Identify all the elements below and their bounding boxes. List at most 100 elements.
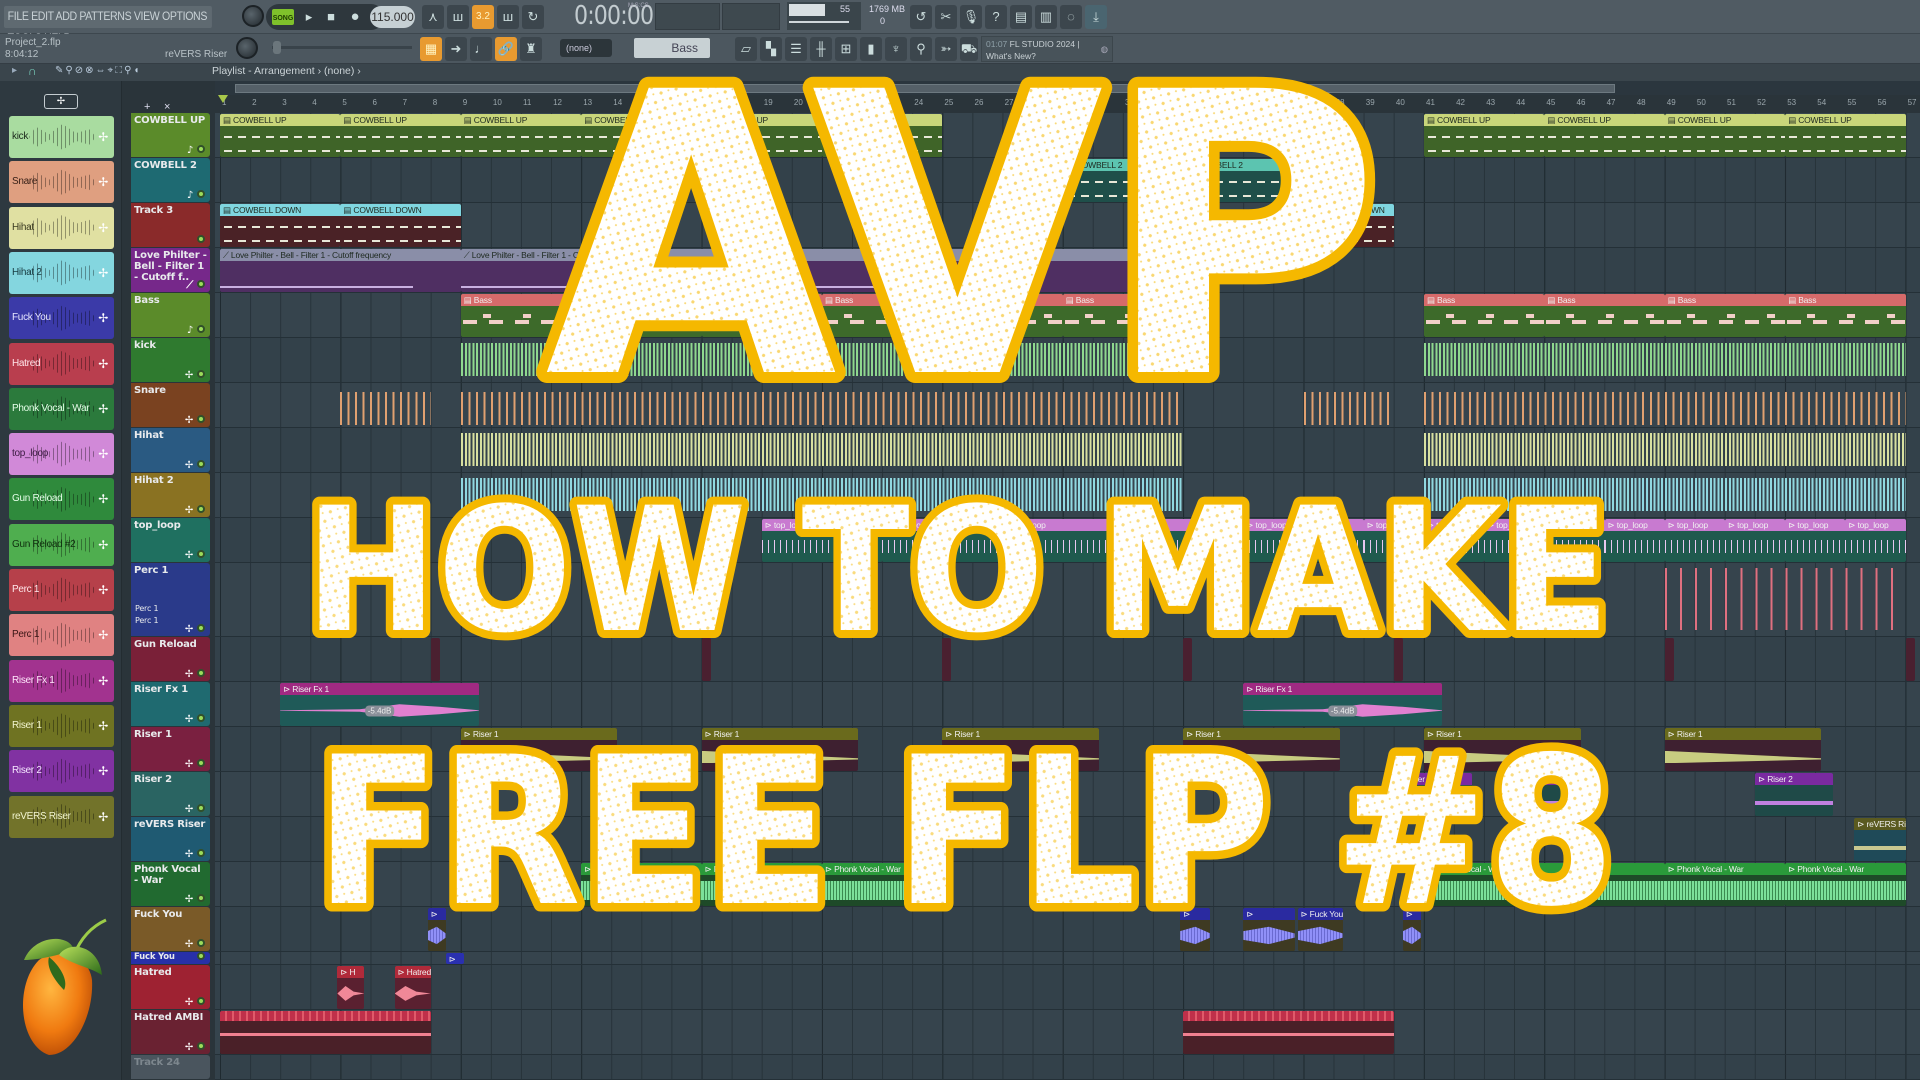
- track-lane[interactable]: [215, 907, 1920, 952]
- track-enable-toggle[interactable]: [197, 550, 205, 558]
- bar-number[interactable]: 15: [643, 98, 652, 107]
- bar-number[interactable]: 2: [252, 98, 256, 107]
- clip-hits[interactable]: [942, 638, 952, 681]
- bar-number[interactable]: 14: [613, 98, 622, 107]
- track-enable-toggle[interactable]: [197, 804, 205, 812]
- clip-hits[interactable]: [460, 474, 1184, 517]
- track-lane[interactable]: [215, 1010, 1920, 1055]
- bar-number[interactable]: 28: [1035, 98, 1044, 107]
- clip[interactable]: ⊳ top_loop: [1363, 519, 1424, 562]
- tempo-display[interactable]: 115.000: [370, 6, 415, 28]
- track-enable-toggle[interactable]: [197, 415, 205, 423]
- channel-options-icon[interactable]: ✢: [98, 116, 108, 158]
- clip[interactable]: ⊳ Riser Fx 1 -5.4dB: [1243, 683, 1443, 726]
- clip[interactable]: ⊳: [445, 953, 464, 964]
- bar-number[interactable]: 34: [1215, 98, 1224, 107]
- track-header[interactable]: Perc 1 ✢ Perc 1 Perc 1: [131, 563, 210, 636]
- timeline-ruler[interactable]: 1 2 3 4 5 6 7 8 9 10 11 12 13 14 15 16 17 18 19 20 21 22 23 24 2…: [215, 95, 1920, 113]
- playlist-icon[interactable]: ▱: [735, 37, 757, 61]
- step-edit-icon[interactable]: ➜: [445, 37, 467, 61]
- clip-hits[interactable]: [1424, 384, 1906, 427]
- channel-options-icon[interactable]: ✢: [98, 388, 108, 430]
- clip-hits[interactable]: [1183, 638, 1193, 681]
- bar-number[interactable]: 33: [1185, 98, 1194, 107]
- clip[interactable]: ⊳ H: [337, 966, 365, 1009]
- typing-keyboard-icon[interactable]: ♜: [520, 37, 542, 61]
- channel-button[interactable]: reVERS Riser ✢: [9, 795, 114, 838]
- bar-number[interactable]: 49: [1667, 98, 1676, 107]
- clip-hits[interactable]: [1393, 638, 1403, 681]
- track-header[interactable]: Track 24: [131, 1055, 210, 1079]
- bar-number[interactable]: 25: [944, 98, 953, 107]
- clip[interactable]: ⊳ Phonk Vocal - War: [1785, 863, 1906, 906]
- bar-number[interactable]: 53: [1787, 98, 1796, 107]
- clip[interactable]: ⊳: [1243, 908, 1295, 951]
- clip[interactable]: ⊳ Fuck You: [1297, 908, 1343, 951]
- clip[interactable]: ▤ COWBELL UP: [460, 114, 582, 157]
- pattern-select[interactable]: Bass: [634, 38, 710, 58]
- clip[interactable]: ⊳ Phonk Vocal - War: [701, 863, 822, 906]
- bar-number[interactable]: 32: [1155, 98, 1164, 107]
- track-header[interactable]: Riser 2 ✢: [131, 772, 210, 816]
- clip[interactable]: ⊳ Riser 1: [942, 728, 1099, 771]
- clip[interactable]: ▤ Bass: [1785, 294, 1906, 337]
- bar-number[interactable]: 10: [493, 98, 502, 107]
- playhead-marker[interactable]: [218, 95, 228, 103]
- track-sublane[interactable]: Perc 1: [135, 603, 159, 614]
- flex-icon[interactable]: ➳: [935, 37, 957, 61]
- track-header[interactable]: Riser Fx 1 ✢: [131, 682, 210, 726]
- bar-number[interactable]: 57: [1908, 98, 1917, 107]
- clip[interactable]: ⊳ top_loop: [1243, 519, 1364, 562]
- bar-number[interactable]: 36: [1276, 98, 1285, 107]
- bar-number[interactable]: 20: [794, 98, 803, 107]
- clip-hits[interactable]: [220, 1011, 431, 1054]
- bar-number[interactable]: 54: [1817, 98, 1826, 107]
- clip-hits[interactable]: [1664, 638, 1674, 681]
- track-header[interactable]: Hihat 2 ✢: [131, 473, 210, 517]
- mixer-icon[interactable]: ╫: [810, 37, 832, 61]
- channel-options-icon[interactable]: ✢: [98, 207, 108, 249]
- clip[interactable]: ⊳: [1180, 908, 1211, 951]
- blend-notes-icon[interactable]: ш: [497, 5, 519, 29]
- clip[interactable]: ▤ Bass: [1544, 294, 1665, 337]
- channel-options-icon[interactable]: ✢: [98, 161, 108, 203]
- bar-number[interactable]: 26: [975, 98, 984, 107]
- track-header[interactable]: Phonk Vocal - War ✢: [131, 862, 210, 906]
- channel-button[interactable]: Riser 1 ✢: [9, 704, 114, 747]
- clip[interactable]: ▤ Bass: [1664, 294, 1786, 337]
- bar-number[interactable]: 7: [403, 98, 407, 107]
- channel-options-icon[interactable]: ✢: [98, 478, 108, 520]
- track-header[interactable]: top_loop ✢: [131, 518, 210, 562]
- bar-number[interactable]: 13: [583, 98, 592, 107]
- clip[interactable]: ⊳: [1402, 908, 1421, 951]
- clip-hits[interactable]: [1905, 638, 1915, 681]
- track-lane[interactable]: [215, 965, 1920, 1010]
- save-icon[interactable]: ▤: [1010, 5, 1032, 29]
- channel-options-icon[interactable]: ✢: [98, 569, 108, 611]
- chat-icon[interactable]: ◌: [1060, 5, 1082, 29]
- bar-number[interactable]: 16: [674, 98, 683, 107]
- track-enable-toggle[interactable]: [197, 849, 205, 857]
- clip-hits[interactable]: [1424, 429, 1906, 472]
- bar-number[interactable]: 30: [1095, 98, 1104, 107]
- clip-hits[interactable]: [460, 339, 1184, 382]
- channel-options-icon[interactable]: ✢: [98, 614, 108, 656]
- bar-number[interactable]: 37: [1306, 98, 1315, 107]
- track-enable-toggle[interactable]: [197, 894, 205, 902]
- wait-input-icon[interactable]: ш: [447, 5, 469, 29]
- channel-button[interactable]: Hihat ✢: [9, 206, 114, 249]
- clip[interactable]: ⊳ Riser 1: [460, 728, 618, 771]
- bar-number[interactable]: 9: [463, 98, 467, 107]
- bar-number[interactable]: 42: [1456, 98, 1465, 107]
- track-enable-toggle[interactable]: [197, 370, 205, 378]
- master-pitch-knob[interactable]: [236, 37, 258, 59]
- clip-hits[interactable]: [1664, 564, 1906, 636]
- menu-arrow-icon[interactable]: ▸: [12, 65, 17, 76]
- clip[interactable]: ⊳ top_loop: [1785, 519, 1846, 562]
- bar-number[interactable]: 55: [1847, 98, 1856, 107]
- track-enable-toggle[interactable]: [197, 145, 205, 153]
- channel-button[interactable]: Perc 1 ✢: [9, 614, 114, 657]
- slide-icon[interactable]: ♩: [470, 37, 492, 61]
- clip[interactable]: ▤ COWBELL DOWN: [1303, 204, 1394, 247]
- track-enable-toggle[interactable]: [197, 505, 205, 513]
